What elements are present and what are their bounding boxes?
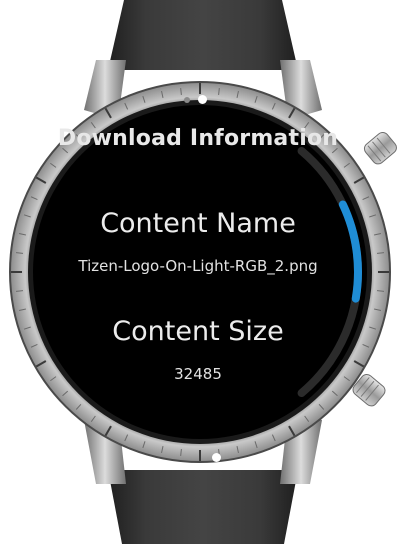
page-dot-1 — [184, 96, 190, 103]
content-name-value: Tizen-Logo-On-Light-RGB_2.png — [78, 257, 318, 275]
page-indicator — [184, 95, 207, 104]
screen-content[interactable]: Download Information Content Name Tizen-… — [0, 0, 400, 544]
content-size-value: 32485 — [174, 365, 222, 383]
screen-title: Download Information — [57, 126, 339, 151]
content-name-label: Content Name — [100, 208, 296, 239]
content-size-label: Content Size — [112, 316, 284, 347]
bottom-indicator-dot — [212, 453, 221, 462]
page-dot-2-active — [198, 95, 207, 104]
